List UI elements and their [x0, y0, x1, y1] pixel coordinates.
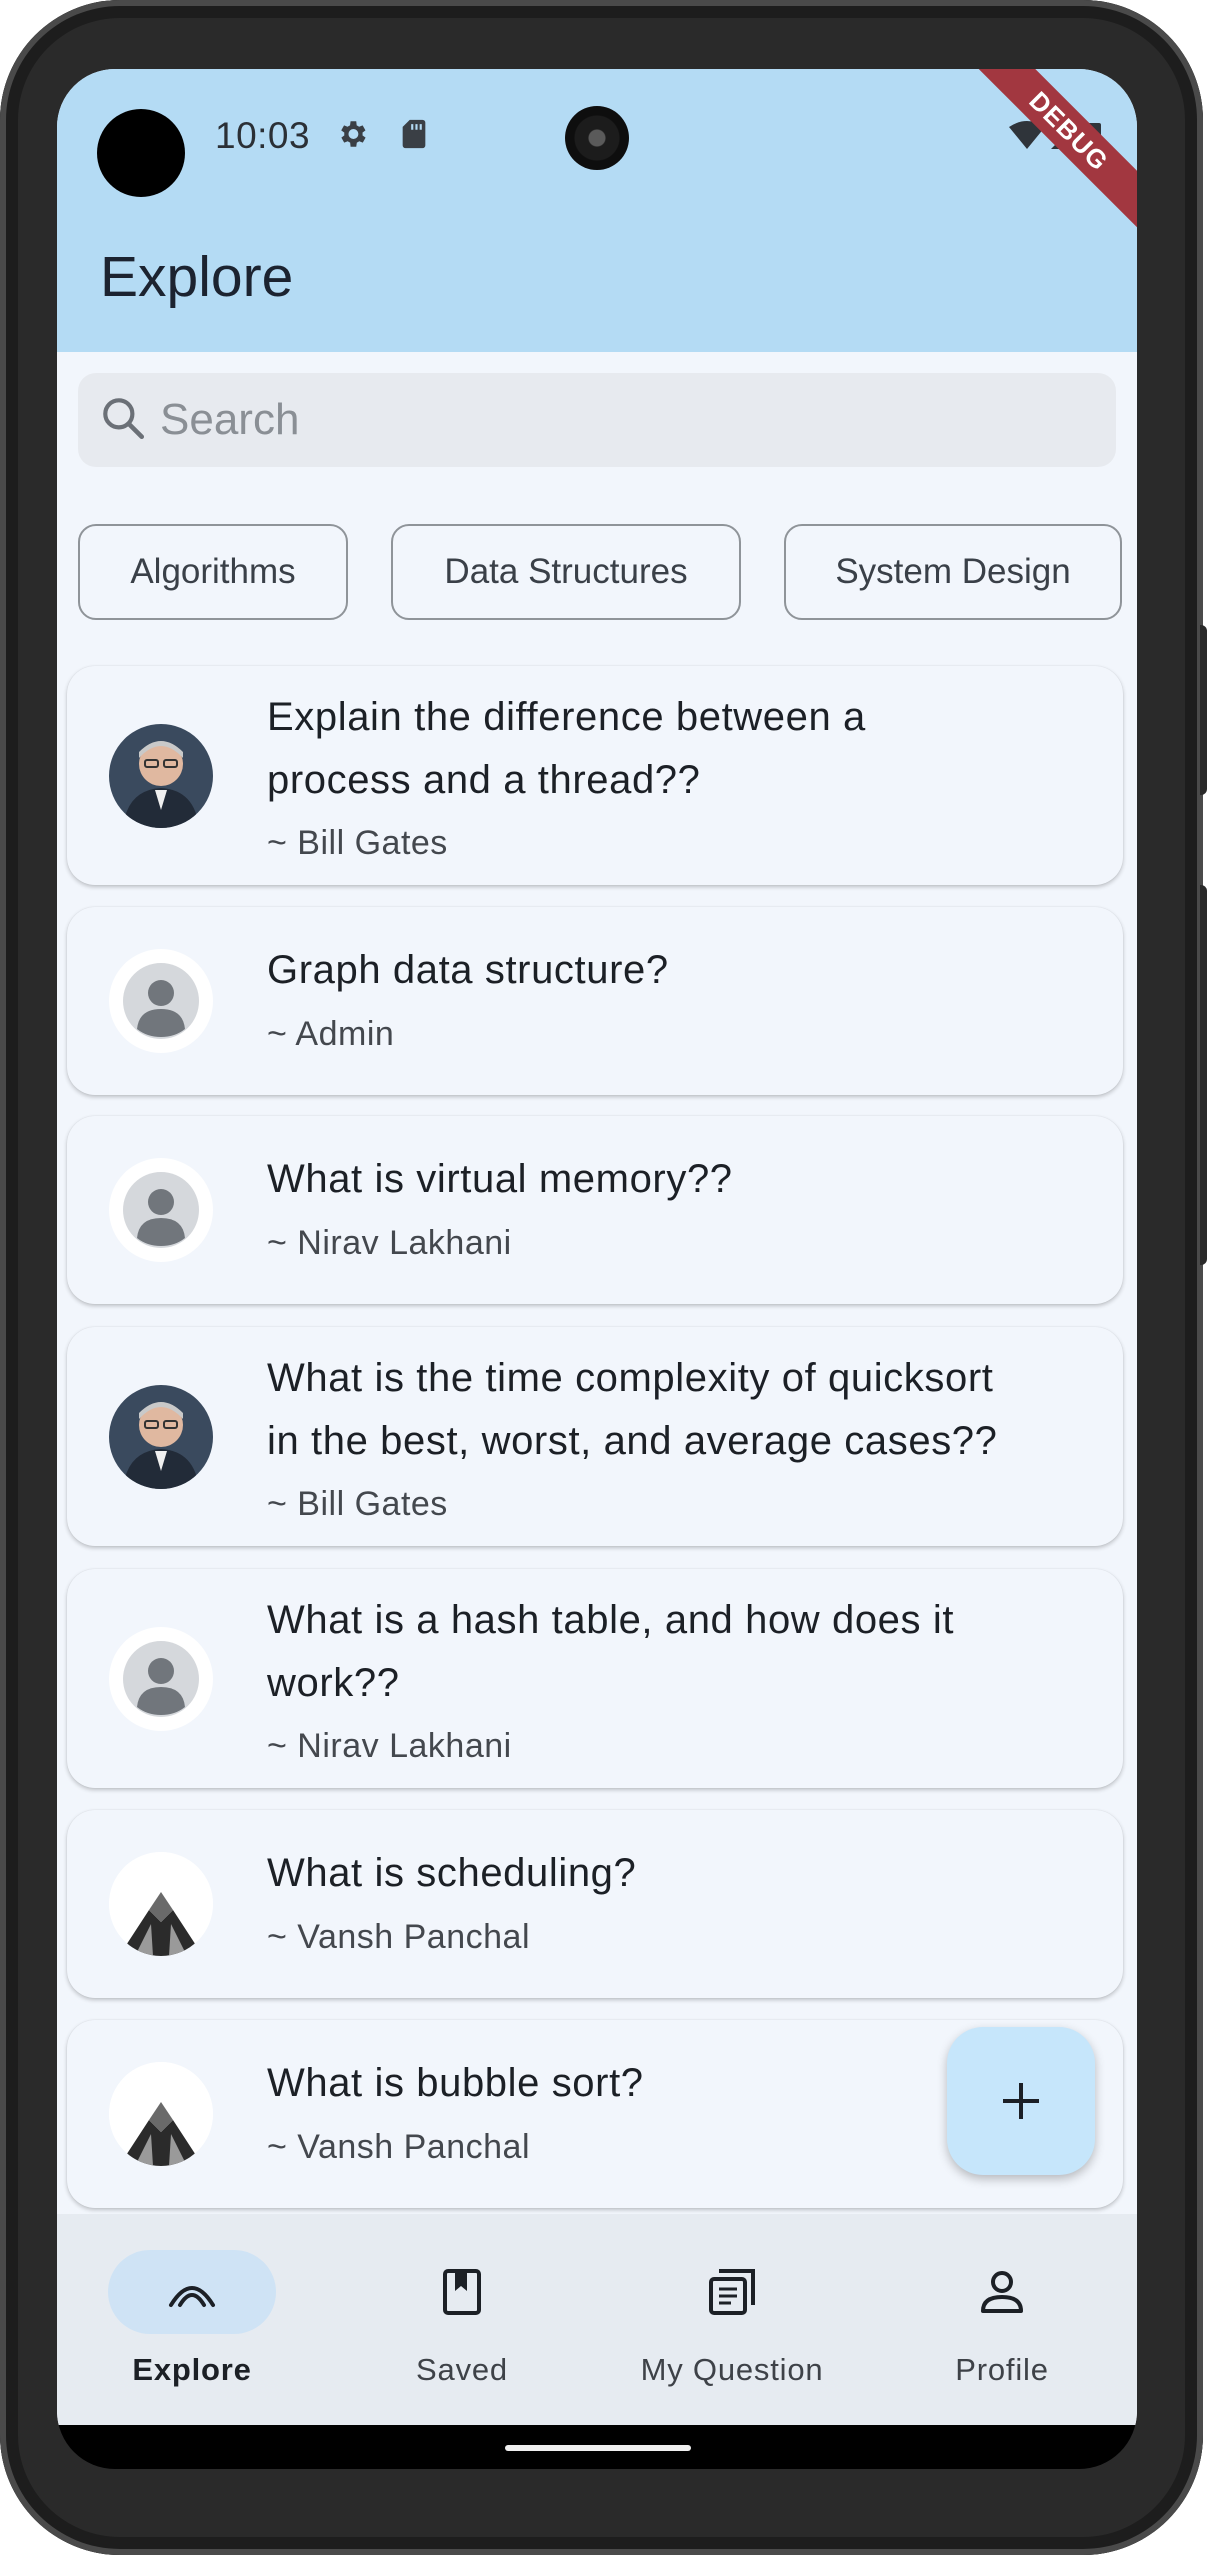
- question-title: What is the time complexity of quicksort…: [267, 1347, 1087, 1473]
- author-avatar: [109, 2062, 213, 2166]
- status-dot: [97, 109, 185, 197]
- nav-item-profile[interactable]: Profile: [867, 2214, 1137, 2425]
- question-card[interactable]: What is virtual memory?? ~ Nirav Lakhani: [67, 1116, 1123, 1304]
- default-person-icon: [123, 1641, 199, 1717]
- question-line: work??: [267, 1661, 400, 1705]
- building-photo-icon: [109, 1852, 213, 1956]
- question-card[interactable]: Graph data structure? ~ Admin: [67, 907, 1123, 1095]
- question-author: ~ Admin: [267, 1015, 395, 1053]
- question-card[interactable]: What is the time complexity of quicksort…: [67, 1327, 1123, 1546]
- sd-card-icon: [402, 119, 426, 149]
- question-title: What is a hash table, and how does it wo…: [267, 1589, 1087, 1715]
- author-avatar: [109, 724, 213, 828]
- add-question-button[interactable]: [947, 2027, 1095, 2175]
- question-line: Graph data structure?: [267, 948, 669, 992]
- bookmark-icon: [443, 2269, 481, 2315]
- plus-icon: [1003, 2083, 1039, 2119]
- nav-label: My Question: [640, 2352, 824, 2387]
- chip-data-structures[interactable]: Data Structures: [391, 524, 741, 620]
- chip-algorithms[interactable]: Algorithms: [78, 524, 348, 620]
- nav-item-explore[interactable]: Explore: [57, 2214, 327, 2425]
- status-time: 10:03: [215, 115, 311, 156]
- question-line: What is virtual memory??: [267, 1157, 733, 1201]
- portrait-photo-icon: [109, 724, 213, 828]
- author-avatar: [109, 1385, 213, 1489]
- default-person-icon: [123, 1172, 199, 1248]
- article-icon: [709, 2269, 755, 2315]
- nav-label: Saved: [416, 2352, 508, 2387]
- question-title: Explain the difference between a process…: [267, 686, 1087, 812]
- home-indicator[interactable]: [505, 2445, 691, 2451]
- author-avatar: [109, 949, 213, 1053]
- portrait-photo-icon: [109, 1385, 213, 1489]
- app: Explain the difference between a process…: [57, 69, 1137, 2425]
- page-title: Explore: [100, 245, 294, 309]
- question-title: Graph data structure?: [267, 939, 1087, 1002]
- search-input[interactable]: [160, 373, 1060, 467]
- debug-banner: DEBUG: [962, 69, 1137, 238]
- question-card[interactable]: What is scheduling? ~ Vansh Panchal: [67, 1810, 1123, 1998]
- bottom-navigation: Explore Saved My Question Profile: [57, 2214, 1137, 2425]
- person-icon: [981, 2271, 1023, 2313]
- question-line: Explain the difference between a: [267, 695, 866, 739]
- question-author: ~ Vansh Panchal: [267, 1918, 530, 1956]
- app-bar: 10:03 DEBUG Explore: [57, 69, 1137, 352]
- question-author: ~ Bill Gates: [267, 824, 448, 862]
- explore-arc-icon: [169, 2286, 215, 2307]
- question-title: What is scheduling?: [267, 1842, 1087, 1905]
- question-line: What is the time complexity of quicksort: [267, 1356, 994, 1400]
- author-avatar: [109, 1852, 213, 1956]
- settings-gear-icon: [341, 121, 366, 147]
- search-bar[interactable]: [78, 373, 1116, 467]
- question-card[interactable]: What is a hash table, and how does it wo…: [67, 1569, 1123, 1788]
- question-author: ~ Vansh Panchal: [267, 2128, 530, 2166]
- search-icon: [103, 398, 145, 440]
- question-line: in the best, worst, and average cases??: [267, 1419, 998, 1463]
- default-person-icon: [123, 963, 199, 1039]
- nav-label: Explore: [132, 2352, 252, 2387]
- author-avatar: [109, 1627, 213, 1731]
- building-photo-icon: [109, 2062, 213, 2166]
- screen: Explain the difference between a process…: [57, 69, 1137, 2469]
- power-button: [1200, 625, 1207, 795]
- question-title: What is virtual memory??: [267, 1148, 1087, 1211]
- question-line: process and a thread??: [267, 758, 701, 802]
- question-author: ~ Bill Gates: [267, 1485, 448, 1523]
- nav-item-my-question[interactable]: My Question: [597, 2214, 867, 2425]
- nav-item-saved[interactable]: Saved: [327, 2214, 597, 2425]
- volume-button: [1200, 885, 1207, 1265]
- nav-label: Profile: [955, 2352, 1049, 2387]
- phone-frame: Explain the difference between a process…: [0, 0, 1207, 2555]
- chip-system-design[interactable]: System Design: [784, 524, 1122, 620]
- question-author: ~ Nirav Lakhani: [267, 1224, 512, 1262]
- question-card[interactable]: Explain the difference between a process…: [67, 666, 1123, 885]
- question-line: What is scheduling?: [267, 1851, 637, 1895]
- front-camera: [565, 106, 629, 170]
- author-avatar: [109, 1158, 213, 1262]
- question-line: What is a hash table, and how does it: [267, 1598, 955, 1642]
- question-author: ~ Nirav Lakhani: [267, 1727, 512, 1765]
